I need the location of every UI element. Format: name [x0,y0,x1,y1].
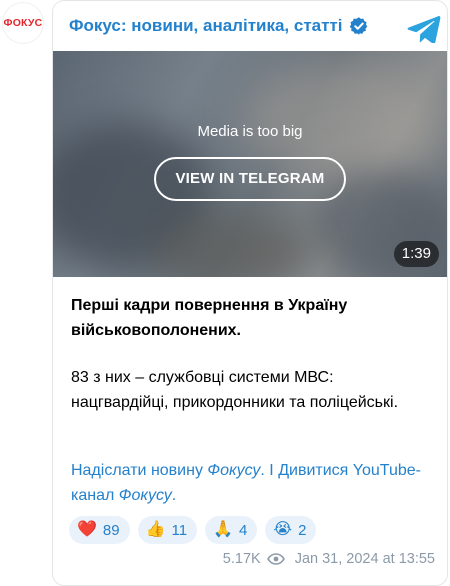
telegram-post-card: Фокус: новини, аналітика, статті Media i… [52,0,448,586]
media-too-big-notice: Media is too big [197,123,303,140]
link-separator: І [264,462,279,479]
reaction-heart[interactable]: ❤️ 89 [69,516,130,544]
video-preview[interactable]: Media is too big VIEW IN TELEGRAM 1:39 [53,51,447,277]
post-links: Надіслати новину Фокусу. І Дивитися YouT… [71,458,431,508]
reaction-count: 4 [239,521,248,539]
folded-hands-icon: 🙏 [213,521,234,538]
reaction-thumbs-up[interactable]: 👍 11 [137,516,198,544]
reaction-crying[interactable]: 😭 2 [265,516,317,544]
thumbs-up-icon: 👍 [145,521,166,538]
post-date-link[interactable]: Jan 31, 2024 at 13:55 [295,551,435,567]
post-header: Фокус: новини, аналітика, статті [69,13,435,39]
video-duration-badge: 1:39 [393,241,439,267]
reactions-bar: ❤️ 89 👍 11 🙏 4 😭 2 [69,516,317,544]
channel-avatar[interactable]: ФОКУС [3,3,43,43]
verified-badge-icon [349,17,367,35]
post-body: 83 з них – службовці системи МВС: нацгва… [71,369,399,411]
send-news-link[interactable]: Надіслати новину Фокусу. [71,462,265,479]
view-in-telegram-button[interactable]: VIEW IN TELEGRAM [154,157,346,201]
heart-icon: ❤️ [77,521,97,538]
reaction-count: 89 [102,521,120,539]
avatar-logo-text: ФОКУС [3,17,43,29]
post-title: Перші кадри повернення в Україну військо… [71,297,348,339]
crying-face-icon: 😭 [273,521,293,538]
view-count: 5.17K [222,551,261,567]
channel-title[interactable]: Фокус: новини, аналітика, статті [69,16,343,36]
reaction-count: 2 [298,521,307,539]
eye-icon [266,553,285,565]
telegram-logo-icon[interactable] [407,15,441,43]
reaction-pray[interactable]: 🙏 4 [205,516,258,544]
post-meta: 5.17K Jan 31, 2024 at 13:55 [223,551,435,567]
reaction-count: 11 [171,521,188,539]
